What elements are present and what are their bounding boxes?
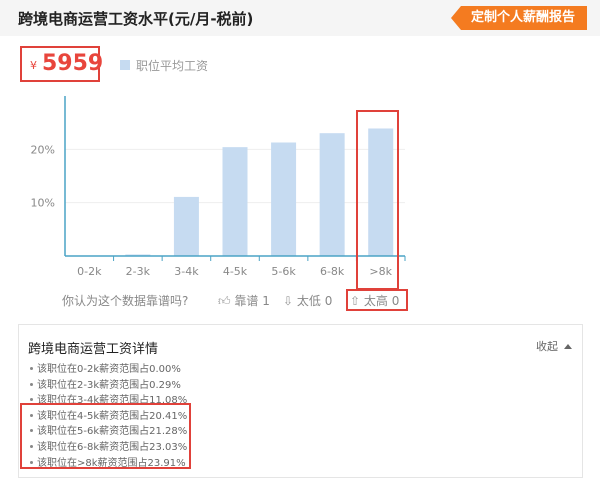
x-tick-label: 5-6k [271,265,296,278]
bar [319,133,345,256]
feedback-question: 你认为这个数据靠谱吗? [62,294,189,308]
y-tick-label: 20% [31,143,55,156]
thumbs-up-icon: 👍︎ [218,294,231,308]
bar [222,147,248,256]
vote-reliable-button[interactable]: 👍︎ 靠谱 1 [218,292,270,309]
highlight-too-high-vote [346,289,408,311]
x-tick-label: 3-4k [174,265,199,278]
bullet-icon [30,382,33,386]
x-tick-label: 4-5k [223,265,248,278]
vote-label: 靠谱 [234,294,259,308]
salary-distribution-chart: 10%20%0-2k 2-3k 3-4k 4-5k 5-6k 6-8k >8k [31,96,406,278]
bullet-icon [30,398,33,402]
collapse-button[interactable]: 收起 [536,338,572,354]
collapse-label: 收起 [536,340,558,353]
details-title: 跨境电商运营工资详情 [28,342,159,357]
x-tick-label: 0-2k [77,265,102,278]
arrow-down-icon: ⇩ [283,294,294,308]
bar [271,142,297,256]
bullet-icon [30,367,33,370]
vote-count: 1 [262,294,270,308]
list-item: 该职位在2-3k薪资范围占0.29% [30,378,187,394]
vote-count: 0 [324,294,333,308]
list-item: 该职位在0-2k薪资范围占0.00% [30,362,187,378]
highlight-detail-items [20,403,191,469]
vote-too-low-button[interactable]: ⇩ 太低 0 [283,292,332,309]
bar [173,196,199,256]
x-tick-label: 2-3k [126,265,151,278]
x-tick-label: 6-8k [320,265,345,278]
vote-label: 太低 [296,294,321,308]
highlight-over-8k-bar [356,110,399,290]
y-tick-label: 10% [31,197,55,210]
caret-up-icon [564,344,572,349]
